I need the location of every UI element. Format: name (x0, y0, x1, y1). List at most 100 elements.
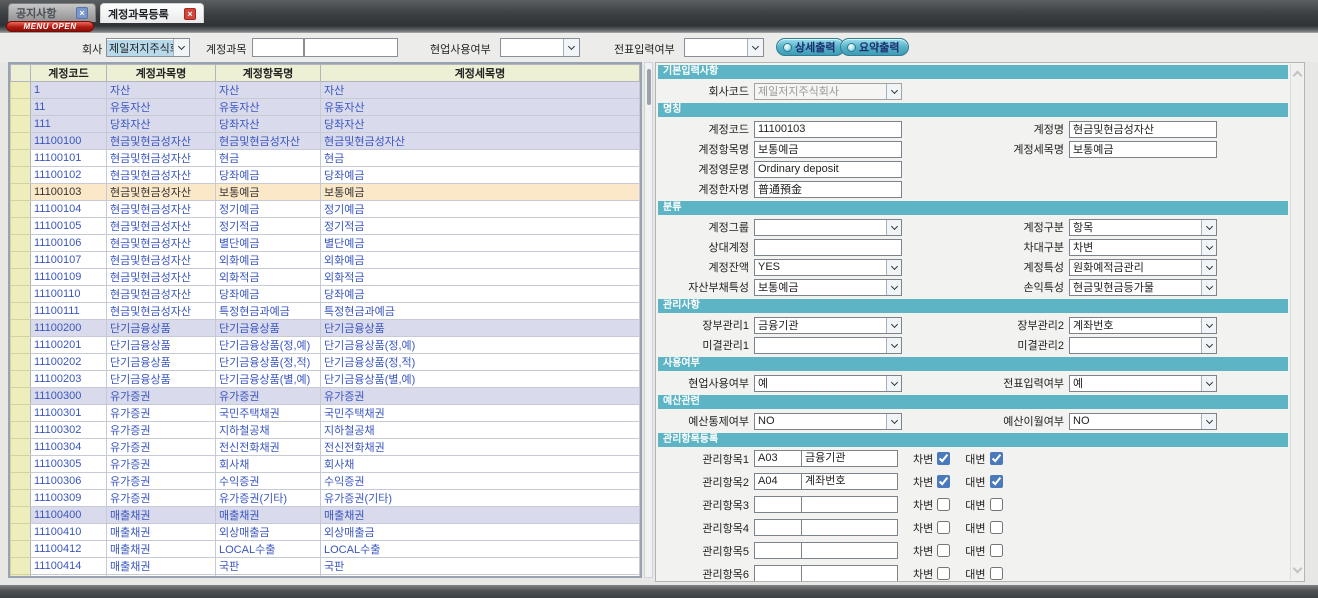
row-indicator-cell[interactable] (11, 575, 31, 579)
row-indicator-cell[interactable] (11, 524, 31, 541)
account-name3-cell[interactable]: 특정현금과예금 (321, 303, 640, 320)
account-name1-cell[interactable]: 매출채권 (107, 558, 216, 575)
account-name3-cell[interactable]: 국민주택채권 (321, 405, 640, 422)
mgmt-name-input[interactable]: 계좌번호 (802, 473, 898, 490)
account-name1-cell[interactable]: 현금및현금성자산 (107, 201, 216, 218)
account-name2-cell[interactable]: LOCAL수출 (216, 541, 321, 558)
row-indicator-cell[interactable] (11, 490, 31, 507)
account-name2-cell[interactable]: 지하철공채 (216, 422, 321, 439)
row-indicator-cell[interactable] (11, 405, 31, 422)
account-name2-cell[interactable]: 당좌예금 (216, 167, 321, 184)
debit-checkbox[interactable] (937, 567, 950, 580)
account-name3-cell[interactable]: 보통예금 (321, 184, 640, 201)
table-row[interactable]: 11100100 현금및현금성자산 현금및현금성자산 현금및현금성자산 (11, 133, 640, 150)
account-code-cell[interactable]: 111 (31, 116, 107, 133)
summary-print-button[interactable]: 요약출력 (840, 38, 909, 56)
tab-notice[interactable]: 공지사항 × (8, 3, 96, 22)
table-row[interactable]: 11100400 매출채권 매출채권 매출채권 (11, 507, 640, 524)
account-name3-cell[interactable]: 당좌예금 (321, 167, 640, 184)
account-code-cell[interactable]: 11100109 (31, 269, 107, 286)
account-name1-cell[interactable]: 매출채권 (107, 575, 216, 579)
account-name3-cell[interactable]: 유동자산 (321, 99, 640, 116)
company-select[interactable]: 제일저지주식회사 (106, 38, 190, 57)
panel-scrollbar[interactable] (1290, 64, 1303, 580)
table-row[interactable]: 11100306 유가증권 수익증권 수익증권 (11, 473, 640, 490)
account-name1-cell[interactable]: 유가증권 (107, 456, 216, 473)
row-indicator-cell[interactable] (11, 167, 31, 184)
table-row[interactable]: 11100410 매출채권 외상매출금 외상매출금 (11, 524, 640, 541)
table-row[interactable]: 11100111 현금및현금성자산 특정현금과예금 특정현금과예금 (11, 303, 640, 320)
mgmt-code-input[interactable] (754, 542, 802, 559)
account-code-cell[interactable]: 11100412 (31, 541, 107, 558)
account-name3-cell[interactable]: 단기금융상품(정,예) (321, 337, 640, 354)
row-indicator-cell[interactable] (11, 371, 31, 388)
account-name1-cell[interactable]: 현금및현금성자산 (107, 235, 216, 252)
account-name2-cell[interactable]: 단기금융상품 (216, 320, 321, 337)
account-name3-cell[interactable]: 국판 (321, 558, 640, 575)
field-use-select[interactable] (500, 38, 580, 57)
table-row[interactable]: 111 당좌자산 당좌자산 당좌자산 (11, 116, 640, 133)
row-indicator-cell[interactable] (11, 388, 31, 405)
table-row[interactable]: 1 자산 자산 자산 (11, 82, 640, 99)
account-name3-cell[interactable]: 별단예금 (321, 235, 640, 252)
table-row[interactable]: 11100106 현금및현금성자산 별단예금 별단예금 (11, 235, 640, 252)
account-name2-cell[interactable]: 국민주택채권 (216, 405, 321, 422)
account-name3-cell[interactable]: 자산 (321, 82, 640, 99)
account-name2-cell[interactable]: 매출채권 (216, 507, 321, 524)
account-name2-cell[interactable]: 당좌자산 (216, 116, 321, 133)
row-indicator-cell[interactable] (11, 320, 31, 337)
account-code-cell[interactable]: 11 (31, 99, 107, 116)
mgmt-name-input[interactable]: 금융기관 (802, 450, 898, 467)
account-name3-cell[interactable]: 회사채 (321, 456, 640, 473)
debit-checkbox[interactable] (937, 475, 950, 488)
account-name1-cell[interactable]: 단기금융상품 (107, 320, 216, 337)
table-row[interactable]: 11100301 유가증권 국민주택채권 국민주택채권 (11, 405, 640, 422)
mgmt-name-input[interactable] (802, 519, 898, 536)
table-row[interactable]: 11100412 매출채권 LOCAL수출 LOCAL수출 (11, 541, 640, 558)
account-code-cell[interactable]: 11100414 (31, 558, 107, 575)
account-name2-cell[interactable]: 외상매출금 (216, 524, 321, 541)
scrollbar-thumb[interactable] (647, 69, 651, 105)
field-control[interactable]: 예 (1069, 375, 1217, 392)
account-name1-cell[interactable]: 현금및현금성자산 (107, 184, 216, 201)
close-icon[interactable]: × (184, 8, 196, 20)
table-row[interactable]: 11100304 유가증권 전신전화채권 전신전화채권 (11, 439, 640, 456)
account-name2-cell[interactable]: 유가증권(기타) (216, 490, 321, 507)
account-code-cell[interactable]: 11100309 (31, 490, 107, 507)
chevron-up-icon[interactable] (1293, 71, 1303, 81)
account-name1-cell[interactable]: 단기금융상품 (107, 354, 216, 371)
row-indicator-cell[interactable] (11, 235, 31, 252)
account-name2-cell[interactable]: 자산 (216, 82, 321, 99)
credit-checkbox[interactable] (990, 452, 1003, 465)
row-indicator-cell[interactable] (11, 422, 31, 439)
field-control[interactable] (754, 337, 902, 354)
row-indicator-cell[interactable] (11, 99, 31, 116)
field-control[interactable]: 계좌번호 (1069, 317, 1217, 334)
account-name2-cell[interactable]: 단기금융상품(정,적) (216, 354, 321, 371)
account-name1-cell[interactable]: 유가증권 (107, 388, 216, 405)
account-name1-cell[interactable]: 단기금융상품 (107, 371, 216, 388)
account-name2-cell[interactable]: 유동자산 (216, 99, 321, 116)
account-name1-cell[interactable]: 현금및현금성자산 (107, 303, 216, 320)
mgmt-code-input[interactable] (754, 519, 802, 536)
mgmt-code-input[interactable]: A04 (754, 473, 802, 490)
account-name3-cell[interactable]: 유가증권 (321, 388, 640, 405)
field-control[interactable]: 원화예적금관리 (1069, 259, 1217, 276)
table-row[interactable]: 11100200 단기금융상품 단기금융상품 단기금융상품 (11, 320, 640, 337)
account-name1-cell[interactable]: 단기금융상품 (107, 337, 216, 354)
account-name1-cell[interactable]: 매출채권 (107, 524, 216, 541)
account-name3-cell[interactable]: 정기예금 (321, 201, 640, 218)
account-name1-cell[interactable]: 유가증권 (107, 473, 216, 490)
debit-checkbox[interactable] (937, 521, 950, 534)
table-row[interactable]: 11100101 현금및현금성자산 현금 현금 (11, 150, 640, 167)
row-indicator-cell[interactable] (11, 184, 31, 201)
account-code-cell[interactable]: 11100302 (31, 422, 107, 439)
account-code-cell[interactable]: 11100105 (31, 218, 107, 235)
account-name3-cell[interactable]: 단기금융상품(정,적) (321, 354, 640, 371)
account-code-cell[interactable]: 11100410 (31, 524, 107, 541)
account-code-cell[interactable]: 11100306 (31, 473, 107, 490)
table-row[interactable]: 11100105 현금및현금성자산 정기적금 정기적금 (11, 218, 640, 235)
mgmt-name-input[interactable] (802, 542, 898, 559)
account-name2-cell[interactable]: 별단예금 (216, 235, 321, 252)
account-code-cell[interactable]: 1 (31, 82, 107, 99)
